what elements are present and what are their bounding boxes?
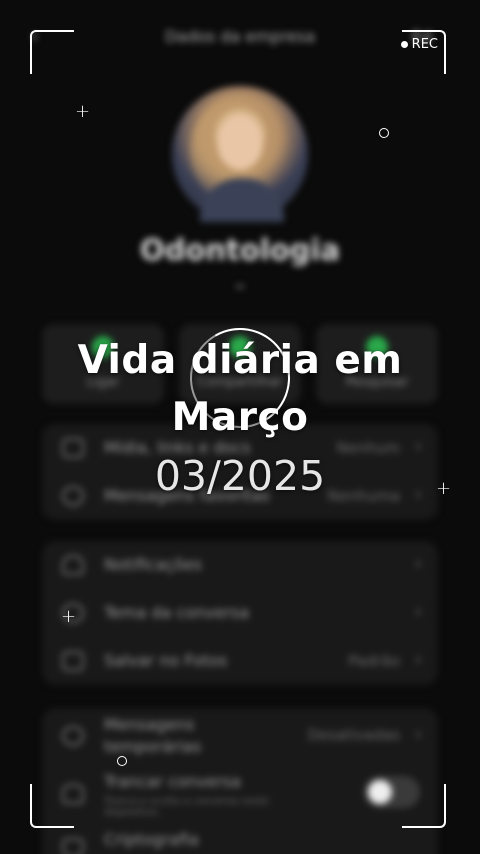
frame-corner-top-left [30,30,74,74]
rec-dot-icon [400,41,408,48]
camera-overlay: REC + + + Vida diária em Março 03/2025 [0,0,480,854]
screen: ‹ Dados da empresa Ed Odontologia Ligar … [0,0,480,854]
plus-marker-icon: + [61,606,77,627]
plus-marker-icon: + [75,101,91,122]
rec-label: REC [411,37,438,52]
frame-corner-bottom-right [402,784,446,828]
video-title-line1: Vida diária em [77,338,403,383]
circle-marker-icon [117,756,127,766]
rec-indicator: REC [400,37,438,52]
frame-corner-bottom-left [30,784,74,828]
video-title-line2: Março [171,395,309,440]
video-date: 03/2025 [154,452,326,500]
circle-marker-icon [379,128,389,138]
